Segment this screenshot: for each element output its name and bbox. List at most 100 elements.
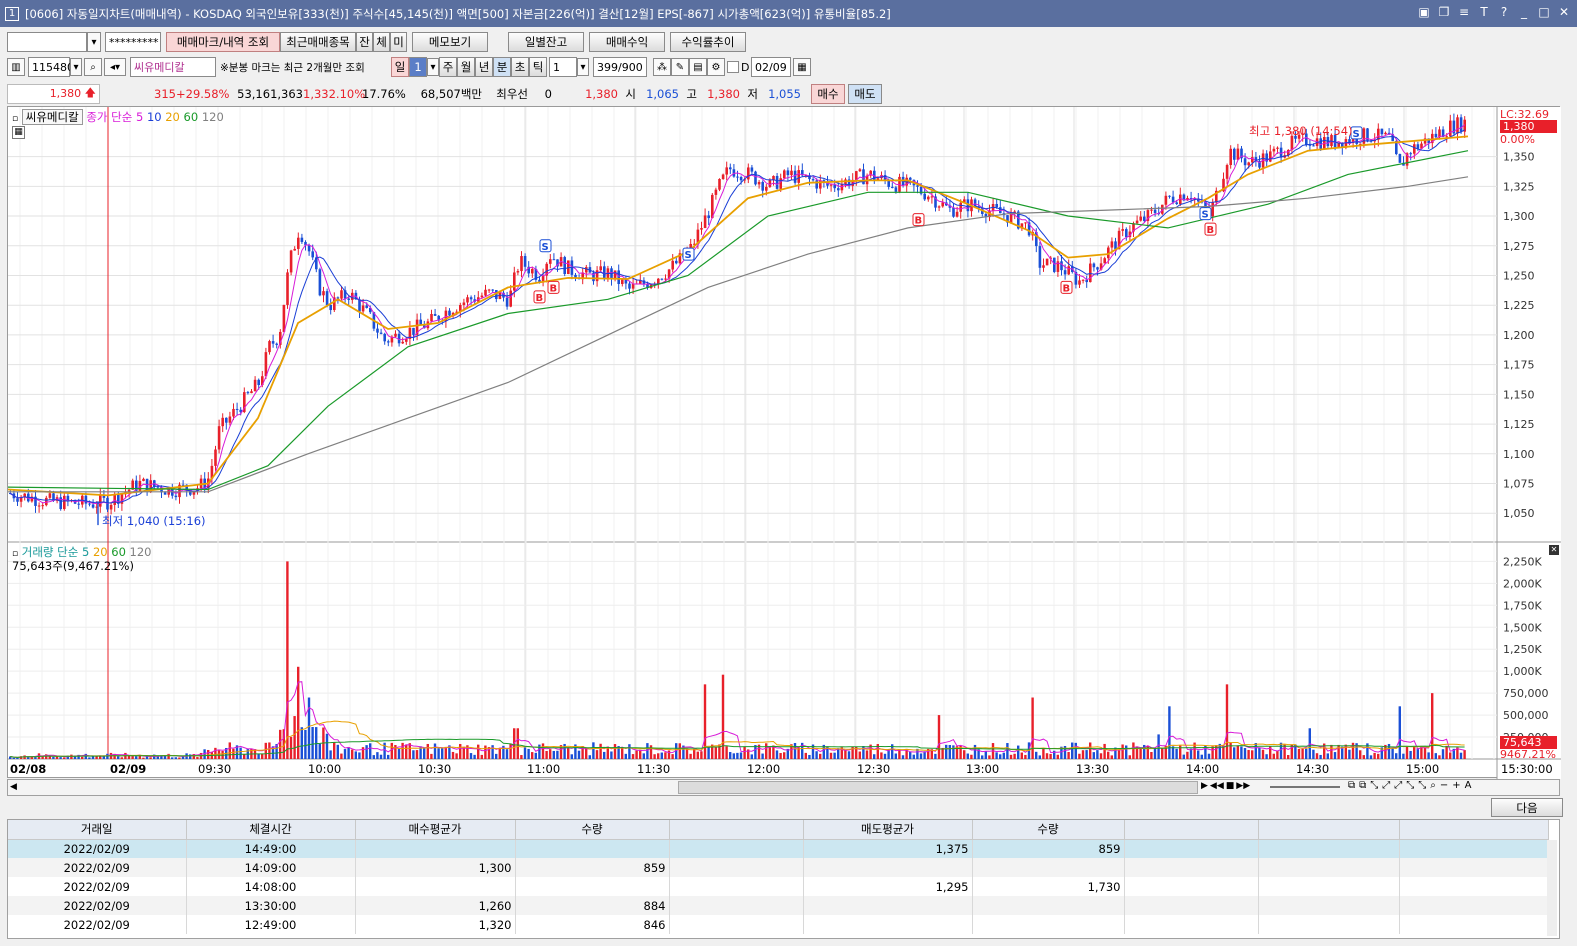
d-checkbox[interactable] bbox=[727, 61, 739, 73]
table-row[interactable]: 2022/02/09 12:49:00 1,320 846 bbox=[8, 915, 1549, 934]
column-header[interactable]: 매도평균가 bbox=[803, 820, 973, 840]
period-dropdown-icon[interactable]: ▾ bbox=[427, 58, 439, 76]
interval-dropdown-icon[interactable]: ▾ bbox=[577, 58, 589, 76]
period-second-button[interactable]: 초 bbox=[511, 57, 529, 77]
period-month-button[interactable]: 월 bbox=[457, 57, 475, 77]
restore-window-icon[interactable]: ❐ bbox=[1437, 4, 1451, 20]
password-field[interactable]: ********* bbox=[105, 32, 161, 52]
save-icon[interactable]: ▤ bbox=[689, 58, 707, 76]
volume-bar bbox=[1402, 753, 1405, 759]
tool-icon-6[interactable]: ⤡ bbox=[1406, 780, 1414, 791]
text-tool-icon[interactable]: A bbox=[1465, 780, 1472, 791]
column-header[interactable]: 수량 bbox=[972, 820, 1125, 840]
volume-bar bbox=[556, 750, 559, 759]
code-dropdown-icon[interactable]: ▾ bbox=[70, 58, 82, 76]
grid-toggle-icon[interactable]: ▦ bbox=[12, 126, 25, 139]
table-row[interactable]: 2022/02/09 14:08:00 1,295 1,730 bbox=[8, 877, 1549, 896]
tool-icon-2[interactable]: ⧉ bbox=[1359, 780, 1366, 791]
column-header[interactable]: 체결시간 bbox=[186, 820, 356, 840]
return-trend-button[interactable]: 수익률추이 bbox=[670, 32, 746, 52]
period-tick-button[interactable]: 틱 bbox=[529, 57, 547, 77]
column-header[interactable]: 거래일 bbox=[8, 820, 187, 840]
stock-code-input[interactable]: 115480 bbox=[28, 57, 74, 77]
zoom-icon[interactable]: ⌕ bbox=[1430, 780, 1436, 791]
daily-balance-button[interactable]: 일별잔고 bbox=[508, 32, 584, 52]
tool-icon-3[interactable]: ⤡ bbox=[1370, 780, 1378, 791]
mark-query-button[interactable]: 매매마크/내역 조회 bbox=[166, 32, 280, 52]
period-value-field[interactable]: 1 bbox=[409, 57, 427, 77]
tool-icon-1[interactable]: ⧉ bbox=[1348, 780, 1355, 791]
balance-button[interactable]: 잔 bbox=[356, 32, 373, 52]
stop-icon[interactable]: ■ bbox=[1226, 781, 1235, 791]
column-header[interactable] bbox=[1124, 820, 1259, 840]
calendar-icon[interactable]: ▦ bbox=[793, 58, 811, 76]
table-scrollbar[interactable] bbox=[1547, 840, 1557, 936]
date-input[interactable]: 02/09 bbox=[751, 57, 791, 77]
pane-collapse-icon[interactable]: ▫ bbox=[12, 114, 18, 124]
filled-button[interactable]: 체 bbox=[373, 32, 390, 52]
interval-input[interactable]: 1 bbox=[549, 57, 577, 77]
scroll-thumb[interactable] bbox=[678, 781, 1198, 794]
column-header[interactable] bbox=[669, 820, 804, 840]
prev-next-icon[interactable]: ◂▾ bbox=[104, 58, 126, 76]
account-select[interactable] bbox=[7, 32, 87, 52]
table-row[interactable]: 2022/02/09 14:49:00 1,375 859 bbox=[8, 839, 1549, 858]
scroll-right-icon[interactable]: ▶ bbox=[1201, 781, 1208, 791]
table-cell bbox=[1124, 877, 1259, 896]
chart-canvas[interactable]: 1,350 1,325 1,300 1,275 1,250 1,225 1,200 1,175… bbox=[8, 107, 1561, 779]
period-minute-button[interactable]: 분 bbox=[493, 57, 511, 77]
close-icon[interactable]: ✕ bbox=[1557, 4, 1571, 20]
table-cell bbox=[1399, 839, 1549, 858]
next-button[interactable]: 다음 bbox=[1491, 798, 1563, 817]
candle-body bbox=[228, 416, 232, 423]
memo-button[interactable]: 메모보기 bbox=[412, 32, 488, 52]
notice-text: ※분봉 마크는 최근 2개월만 조회 bbox=[220, 61, 365, 74]
count-input[interactable]: 399/900 bbox=[593, 57, 647, 77]
minimize-icon[interactable]: _ bbox=[1517, 4, 1531, 20]
volume-bar bbox=[847, 751, 851, 759]
zoom-slider[interactable] bbox=[1270, 786, 1340, 788]
settings-gear-icon[interactable]: ⚙ bbox=[707, 58, 725, 76]
draw-tool-icon[interactable]: ✎ bbox=[671, 58, 689, 76]
column-header[interactable]: 매수평균가 bbox=[355, 820, 516, 840]
chart-type-icon[interactable]: ▥ bbox=[7, 58, 25, 76]
account-dropdown-icon[interactable]: ▾ bbox=[87, 32, 101, 52]
tool-icon-4[interactable]: ⤢ bbox=[1382, 780, 1390, 791]
chart-area[interactable]: 1,350 1,325 1,300 1,275 1,250 1,225 1,200 1,175… bbox=[7, 106, 1561, 779]
period-year-button[interactable]: 년 bbox=[475, 57, 493, 77]
pin-icon[interactable]: ▣ bbox=[1417, 4, 1431, 20]
buy-button[interactable]: 매수 bbox=[811, 83, 845, 104]
stock-name-field[interactable]: 씨유메디칼 bbox=[130, 57, 216, 77]
period-week-button[interactable]: 주 bbox=[439, 57, 457, 77]
column-header[interactable]: 수량 bbox=[515, 820, 670, 840]
table-cell bbox=[355, 877, 516, 896]
table-row[interactable]: 2022/02/09 13:30:00 1,260 884 bbox=[8, 896, 1549, 915]
column-header[interactable] bbox=[1258, 820, 1400, 840]
help-icon[interactable]: ? bbox=[1497, 4, 1511, 20]
unfilled-button[interactable]: 미 bbox=[390, 32, 407, 52]
volume-bar bbox=[293, 716, 296, 759]
period-day-button[interactable]: 일 bbox=[391, 57, 409, 77]
table-row[interactable]: 2022/02/09 14:09:00 1,300 859 bbox=[8, 858, 1549, 877]
sell-button[interactable]: 매도 bbox=[848, 83, 882, 104]
maximize-icon[interactable]: □ bbox=[1537, 4, 1551, 20]
scroll-left-icon[interactable]: ◀ bbox=[10, 782, 17, 792]
volume-bar bbox=[804, 752, 807, 759]
forward-icon[interactable]: ▶▶ bbox=[1236, 781, 1250, 791]
tool-icon-7[interactable]: ⤡ bbox=[1418, 780, 1426, 791]
zoom-in-icon[interactable]: + bbox=[1452, 780, 1460, 791]
volume-bar bbox=[286, 561, 289, 759]
font-icon[interactable]: T bbox=[1477, 4, 1491, 20]
trade-profit-button[interactable]: 매매수익 bbox=[589, 32, 665, 52]
rewind-icon[interactable]: ◀◀ bbox=[1210, 781, 1224, 791]
column-header[interactable] bbox=[1399, 820, 1549, 840]
arrange-icon[interactable]: ≡ bbox=[1457, 4, 1471, 20]
volume-close-icon[interactable]: ✕ bbox=[1549, 545, 1559, 555]
chart-scroll-bar[interactable]: ◀ ▶ ◀◀ ■ ▶▶ ⧉ ⧉ ⤡ ⤢ ⤢ ⤡ ⤡ ⌕ − + A bbox=[7, 779, 1560, 796]
tool-icon-5[interactable]: ⤢ bbox=[1394, 780, 1402, 791]
search-icon[interactable]: ⌕ bbox=[84, 58, 102, 76]
indicator-icon[interactable]: ⁂ bbox=[653, 58, 671, 76]
zoom-out-icon[interactable]: − bbox=[1440, 780, 1448, 791]
candle-body bbox=[621, 279, 624, 285]
recent-trades-button[interactable]: 최근매매종목 bbox=[280, 32, 356, 52]
